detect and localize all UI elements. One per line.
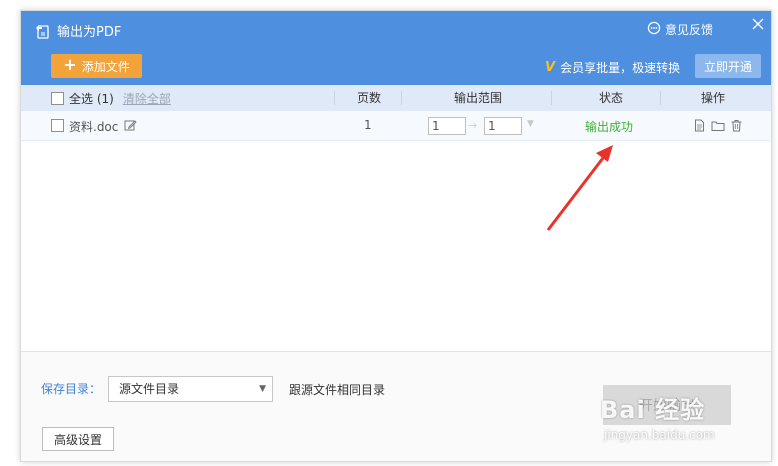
table-row[interactable]: 资料.doc 1 1 → 1 ▼ 输出成功 [21,111,771,141]
column-actions: 操作 [701,91,726,105]
status-text: 输出成功 [585,120,634,134]
folder-icon[interactable] [711,119,725,135]
column-status: 状态 [599,91,624,105]
add-file-button[interactable]: + 添加文件 [51,54,142,78]
trash-icon[interactable] [730,119,743,135]
column-divider [660,91,661,105]
window-title-text: 输出为PDF [57,25,122,40]
column-divider [401,91,402,105]
vip-crown-icon: V [545,60,556,75]
column-range: 输出范围 [454,91,503,105]
save-dir-description: 跟源文件相同目录 [289,383,386,397]
feedback-label: 意见反馈 [665,23,714,37]
save-dir-value: 源文件目录 [119,382,180,396]
window-title: 输出为PDF [35,21,121,40]
save-dir-label: 保存目录： [41,382,102,396]
vip-promo: V 会员享批量，极速转换 [545,59,680,76]
range-from-input[interactable]: 1 [428,117,466,135]
table-header: 全选 (1) 清除全部 页数 输出范围 状态 操作 [21,85,771,111]
chat-bubble-icon [647,21,661,38]
file-name-cell: 资料.doc [69,118,138,135]
add-file-label: 添加文件 [81,59,130,74]
close-icon[interactable] [751,17,765,31]
vip-promo-text: 会员享批量，极速转换 [560,61,681,75]
footer-panel: 保存目录： 源文件目录 ▼ 跟源文件相同目录 开始输出 高级设置 [21,351,771,461]
export-pdf-dialog: 输出为PDF 意见反馈 + 添加文件 V 会员享批量，极速转换 立即开通 全选 … [20,10,772,462]
chevron-down-icon[interactable]: ▼ [527,119,534,129]
edit-icon[interactable] [124,119,138,135]
chevron-down-icon: ▼ [259,384,266,394]
row-checkbox[interactable] [51,119,64,132]
select-all-label: 全选 (1) [69,91,114,106]
column-divider [334,91,335,105]
save-dir-select[interactable]: 源文件目录 ▼ [108,376,273,402]
column-pages: 页数 [357,91,382,105]
title-bar: 输出为PDF 意见反馈 + 添加文件 V 会员享批量，极速转换 立即开通 [21,11,771,85]
plus-icon: + [63,55,77,74]
select-all-checkbox[interactable] [51,91,64,105]
pdf-export-icon [35,23,51,39]
advanced-settings-button[interactable]: 高级设置 [42,427,114,451]
feedback-button[interactable]: 意见反馈 [647,21,713,38]
column-divider [551,91,552,105]
range-to-input[interactable]: 1 [484,117,522,135]
file-icon[interactable] [693,119,706,135]
row-actions [693,119,743,135]
select-all[interactable]: 全选 (1) 清除全部 [51,85,171,111]
start-export-button[interactable]: 开始输出 [603,385,731,425]
clear-all-link[interactable]: 清除全部 [123,90,171,107]
open-now-button[interactable]: 立即开通 [695,54,761,78]
arrow-right-icon: → [468,119,478,132]
page-count: 1 [364,118,372,132]
file-name: 资料.doc [69,120,119,134]
